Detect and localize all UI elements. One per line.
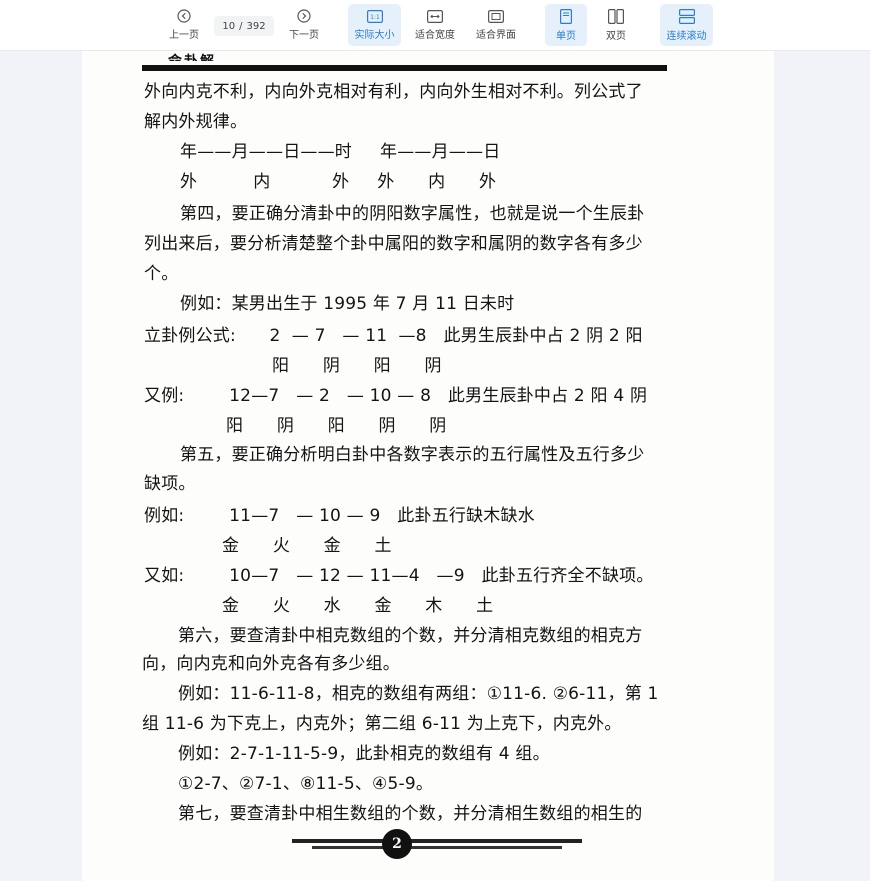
single-page-icon — [560, 8, 572, 24]
text-line: 第五，要正确分析明白卦中各数字表示的五行属性及五行多少 — [180, 445, 645, 465]
actual-size-icon-text: 1:1 — [370, 14, 380, 21]
fit-screen-button[interactable]: 适合界面 — [470, 4, 522, 46]
single-page-button[interactable]: 单页 — [545, 4, 587, 46]
text-line: 立卦例公式: 2 — 7 — 11 —8 此男生辰卦中占 2 阴 2 阳 — [144, 326, 643, 346]
text-line: 解内外规律。 — [144, 112, 248, 132]
current-page-input[interactable]: 10 — [222, 21, 235, 32]
actual-size-label: 实际大小 — [354, 29, 395, 41]
text-line: ①2-7、②7-1、⑧11-5、④5-9。 — [178, 774, 434, 794]
text-line: 向，向内克和向外克各有多少组。 — [142, 654, 400, 674]
text-line: 又如: 10—7 — 12 — 11—4 —9 此卦五行齐全不缺项。 — [144, 566, 654, 586]
viewer-toolbar: 上一页 10 / 392 下一页 1:1 实际大小 适合宽度 适合界面 单页 双… — [0, 0, 870, 51]
chevron-left-circle-icon — [177, 9, 191, 23]
double-page-button[interactable]: 双页 — [595, 4, 637, 46]
text-line: 金 火 水 金 木 土 — [222, 596, 494, 616]
page-number-field[interactable]: 10 / 392 — [214, 16, 274, 36]
fit-width-icon — [427, 9, 443, 23]
fit-width-button[interactable]: 适合宽度 — [410, 4, 460, 46]
fit-screen-label: 适合界面 — [476, 29, 516, 41]
text-line: 第七，要查清卦中相生数组的个数，并分清相生数组的相生的 — [178, 804, 643, 824]
text-line: 年——月——日——时 年——月——日 — [180, 142, 501, 162]
page-header-rule — [142, 65, 667, 71]
actual-size-button[interactable]: 1:1 实际大小 — [348, 4, 401, 46]
text-line: 例如：11-6-11-8，相克的数组有两组：①11-6. ②6-11，第 1 — [178, 684, 659, 704]
continuous-scroll-icon — [678, 8, 695, 24]
page-separator: / — [239, 20, 243, 32]
continuous-scroll-button[interactable]: 连续滚动 — [660, 4, 713, 46]
prev-page-button[interactable]: 上一页 — [162, 4, 206, 46]
actual-size-icon: 1:1 — [366, 9, 383, 23]
total-pages: 392 — [246, 20, 266, 32]
text-line: 列出来后，要分析清楚整个卦中属阳的数字和属阴的数字各有多少 — [144, 234, 643, 254]
text-line: 缺项。 — [144, 474, 196, 494]
continuous-scroll-label: 连续滚动 — [666, 30, 707, 42]
text-line: 例如: 11—7 — 10 — 9 此卦五行缺木缺水 — [144, 506, 535, 526]
page-footer: 2 — [282, 829, 592, 859]
footer-rule — [292, 839, 582, 843]
text-line: 例如：2-7-1-11-5-9，此卦相克的数组有 4 组。 — [178, 744, 550, 764]
prev-page-label: 上一页 — [169, 30, 199, 41]
next-page-button[interactable]: 下一页 — [282, 4, 326, 46]
text-line: 又例: 12—7 — 2 — 10 — 8 此男生辰卦中占 2 阳 4 阴 — [144, 386, 648, 406]
document-page: 命卦解 外向内克不利，内向外克相对有利，内向外生相对不利。列公式了 解内外规律。… — [82, 51, 774, 881]
page-number-badge: 2 — [382, 829, 412, 859]
text-line: 组 11-6 为下克上，内克外；第二组 6-11 为上克下，内克外。 — [142, 714, 622, 734]
chevron-right-circle-icon — [297, 9, 311, 23]
page-header-text: 命卦解 — [168, 51, 216, 61]
text-line: 外 内 外 外 内 外 — [180, 172, 497, 192]
text-line: 阳 阴 阳 阴 阴 — [226, 416, 447, 436]
double-page-icon — [608, 8, 624, 24]
single-page-label: 单页 — [556, 30, 576, 42]
fit-screen-icon — [488, 9, 504, 23]
double-page-label: 双页 — [606, 30, 626, 42]
text-line: 阳 阴 阳 阴 — [272, 356, 442, 376]
text-line: 第六，要查清卦中相克数组的个数，并分清相克数组的相克方 — [178, 626, 643, 646]
text-line: 金 火 金 土 — [222, 536, 392, 556]
text-line: 外向内克不利，内向外克相对有利，内向外生相对不利。列公式了 — [144, 82, 643, 102]
next-page-label: 下一页 — [289, 30, 319, 41]
footer-rule-thin — [312, 846, 562, 849]
fit-width-label: 适合宽度 — [415, 29, 455, 41]
text-line: 第四，要正确分清卦中的阴阳数字属性，也就是说一个生辰卦 — [180, 204, 645, 224]
text-line: 个。 — [144, 264, 179, 284]
text-line: 例如：某男出生于 1995 年 7 月 11 日未时 — [180, 294, 515, 314]
